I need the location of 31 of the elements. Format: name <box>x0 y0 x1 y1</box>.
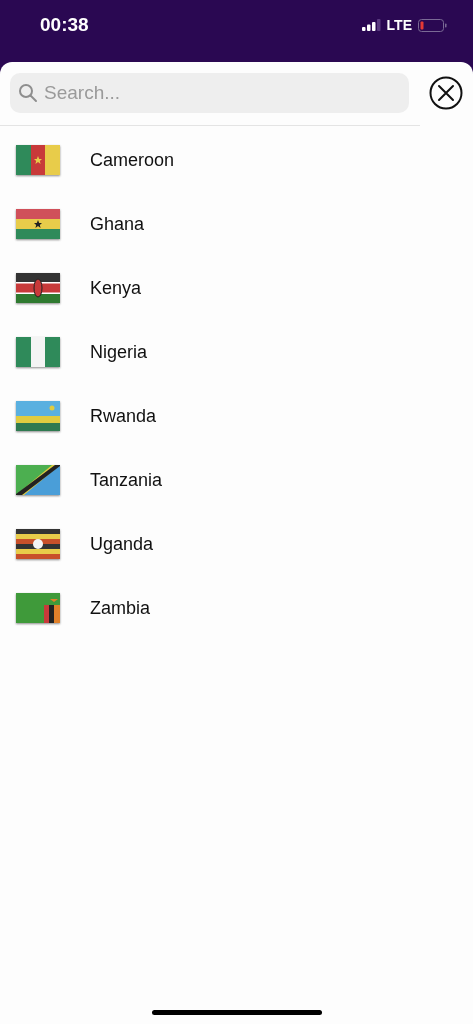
country-name: Rwanda <box>90 404 157 428</box>
network-label: LTE <box>386 15 412 35</box>
flag-icon <box>16 401 60 431</box>
country-name: Nigeria <box>90 340 148 364</box>
country-item[interactable]: Kenya <box>0 256 473 320</box>
flag-icon <box>16 145 60 175</box>
flag-icon <box>16 209 60 239</box>
flag-icon <box>16 593 60 623</box>
flag-icon <box>16 273 60 303</box>
country-item[interactable]: Nigeria <box>0 320 473 384</box>
country-name: Ghana <box>90 212 145 236</box>
country-name: Tanzania <box>90 468 163 492</box>
country-name: Zambia <box>90 596 151 620</box>
status-time: 00:38 <box>40 12 89 37</box>
country-item[interactable]: Tanzania <box>0 448 473 512</box>
close-button[interactable] <box>429 76 463 110</box>
country-item[interactable]: Uganda <box>0 512 473 576</box>
flag-icon <box>16 465 60 495</box>
country-item[interactable]: Cameroon <box>0 128 473 192</box>
flag-icon <box>16 337 60 367</box>
battery-icon <box>418 18 447 32</box>
country-item[interactable]: Rwanda <box>0 384 473 448</box>
country-name: Cameroon <box>90 148 175 172</box>
country-name: Kenya <box>90 276 142 300</box>
country-item[interactable]: Ghana <box>0 192 473 256</box>
country-name: Uganda <box>90 532 154 556</box>
search-field[interactable]: Search... <box>10 73 409 113</box>
search-icon <box>18 83 38 103</box>
flag-icon <box>16 529 60 559</box>
signal-icon <box>361 19 381 31</box>
country-item[interactable]: Zambia <box>0 576 473 640</box>
